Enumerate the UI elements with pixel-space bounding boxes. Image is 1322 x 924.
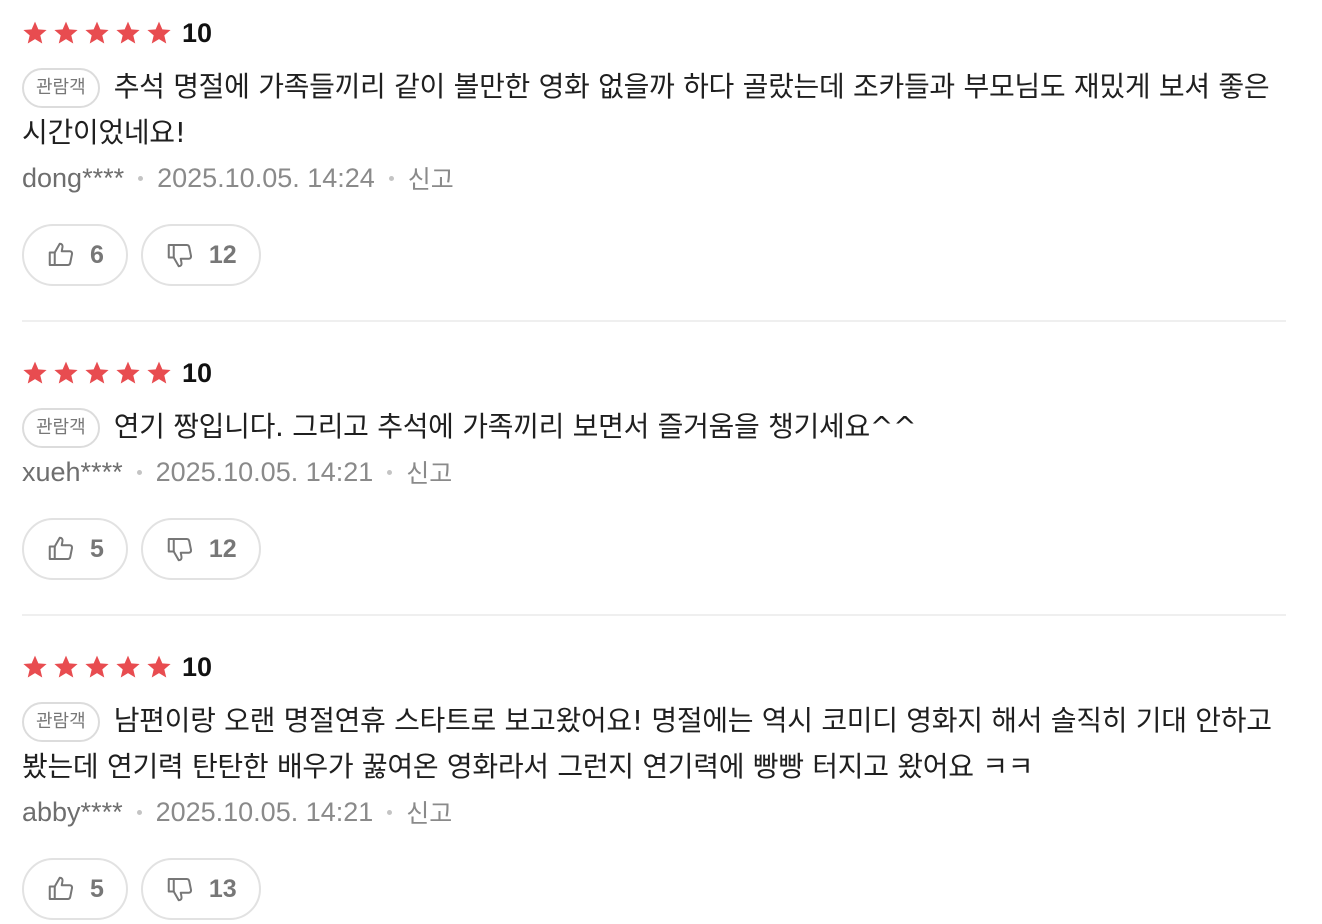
rating-row: 10 — [22, 16, 1286, 50]
star-icon — [146, 654, 172, 680]
star-icon — [53, 20, 79, 46]
vote-buttons: 5 12 — [22, 518, 1286, 580]
viewer-badge: 관람객 — [22, 408, 100, 448]
star-icon — [53, 360, 79, 386]
thumbs-down-icon — [165, 240, 195, 270]
star-icon — [146, 20, 172, 46]
star-icon — [22, 20, 48, 46]
star-rating — [22, 20, 177, 46]
like-count: 6 — [90, 240, 104, 269]
review-meta: abby**** 2025.10.05. 14:21 신고 — [22, 790, 1286, 834]
rating-row: 10 — [22, 356, 1286, 390]
review-text: 남편이랑 오랜 명절연휴 스타트로 보고왔어요! 명절에는 역시 코미디 영화지… — [22, 704, 1272, 783]
author-name: xueh**** — [22, 456, 123, 487]
thumbs-down-icon — [165, 874, 195, 904]
viewer-badge: 관람객 — [22, 68, 100, 108]
dislike-count: 13 — [208, 874, 237, 903]
author-name: dong**** — [22, 162, 125, 193]
viewer-badge: 관람객 — [22, 702, 100, 742]
review-text-block: 관람객 연기 짱입니다. 그리고 추석에 가족끼리 보면서 즐거움을 챙기세요^^ — [22, 404, 1286, 450]
separator-dot — [388, 175, 394, 181]
star-icon — [146, 360, 172, 386]
rating-score: 10 — [182, 357, 213, 388]
thumbs-up-icon — [46, 534, 76, 564]
report-link[interactable]: 신고 — [408, 160, 454, 196]
divider — [22, 320, 1286, 322]
like-count: 5 — [90, 874, 104, 903]
rating-score: 10 — [182, 17, 213, 48]
author-name: abby**** — [22, 796, 123, 827]
dislike-button[interactable]: 12 — [140, 224, 261, 286]
vote-buttons: 6 12 — [22, 224, 1286, 286]
separator-dot — [136, 809, 142, 815]
review-item: 10 관람객 남편이랑 오랜 명절연휴 스타트로 보고왔어요! 명절에는 역시 코… — [22, 650, 1286, 920]
review-item: 10 관람객 추석 명절에 가족들끼리 같이 볼만한 영화 없을까 하다 골랐는데… — [22, 16, 1286, 286]
like-button[interactable]: 6 — [22, 224, 128, 286]
dislike-count: 12 — [208, 240, 237, 269]
like-count: 5 — [90, 534, 104, 563]
star-icon — [22, 654, 48, 680]
thumbs-up-icon — [46, 874, 76, 904]
like-button[interactable]: 5 — [22, 518, 128, 580]
star-rating — [22, 654, 177, 680]
like-button[interactable]: 5 — [22, 858, 128, 920]
divider — [22, 614, 1286, 616]
separator-dot — [387, 469, 393, 475]
review-text-block: 관람객 추석 명절에 가족들끼리 같이 볼만한 영화 없을까 하다 골랐는데 조카… — [22, 64, 1286, 156]
review-text: 추석 명절에 가족들끼리 같이 볼만한 영화 없을까 하다 골랐는데 조카들과 … — [22, 70, 1270, 149]
star-icon — [53, 654, 79, 680]
dislike-button[interactable]: 13 — [140, 858, 261, 920]
thumbs-up-icon — [46, 240, 76, 270]
star-icon — [115, 654, 141, 680]
review-meta: xueh**** 2025.10.05. 14:21 신고 — [22, 450, 1286, 494]
review-date: 2025.10.05. 14:24 — [157, 162, 375, 193]
star-icon — [115, 360, 141, 386]
star-rating — [22, 360, 177, 386]
star-icon — [115, 20, 141, 46]
separator-dot — [387, 809, 393, 815]
star-icon — [84, 360, 110, 386]
dislike-button[interactable]: 12 — [140, 518, 261, 580]
vote-buttons: 5 13 — [22, 858, 1286, 920]
review-date: 2025.10.05. 14:21 — [155, 796, 374, 827]
rating-score: 10 — [182, 651, 213, 682]
review-text-block: 관람객 남편이랑 오랜 명절연휴 스타트로 보고왔어요! 명절에는 역시 코미디 … — [22, 698, 1286, 790]
separator-dot — [138, 175, 144, 181]
dislike-count: 12 — [208, 534, 237, 563]
review-meta: dong**** 2025.10.05. 14:24 신고 — [22, 156, 1286, 200]
star-icon — [22, 360, 48, 386]
report-link[interactable]: 신고 — [406, 794, 452, 830]
review-date: 2025.10.05. 14:21 — [155, 456, 374, 487]
star-icon — [84, 20, 110, 46]
thumbs-down-icon — [165, 534, 195, 564]
report-link[interactable]: 신고 — [406, 454, 452, 490]
review-text: 연기 짱입니다. 그리고 추석에 가족끼리 보면서 즐거움을 챙기세요^^ — [113, 410, 917, 443]
separator-dot — [136, 469, 142, 475]
star-icon — [84, 654, 110, 680]
rating-row: 10 — [22, 650, 1286, 684]
review-item: 10 관람객 연기 짱입니다. 그리고 추석에 가족끼리 보면서 즐거움을 챙기세… — [22, 356, 1286, 580]
